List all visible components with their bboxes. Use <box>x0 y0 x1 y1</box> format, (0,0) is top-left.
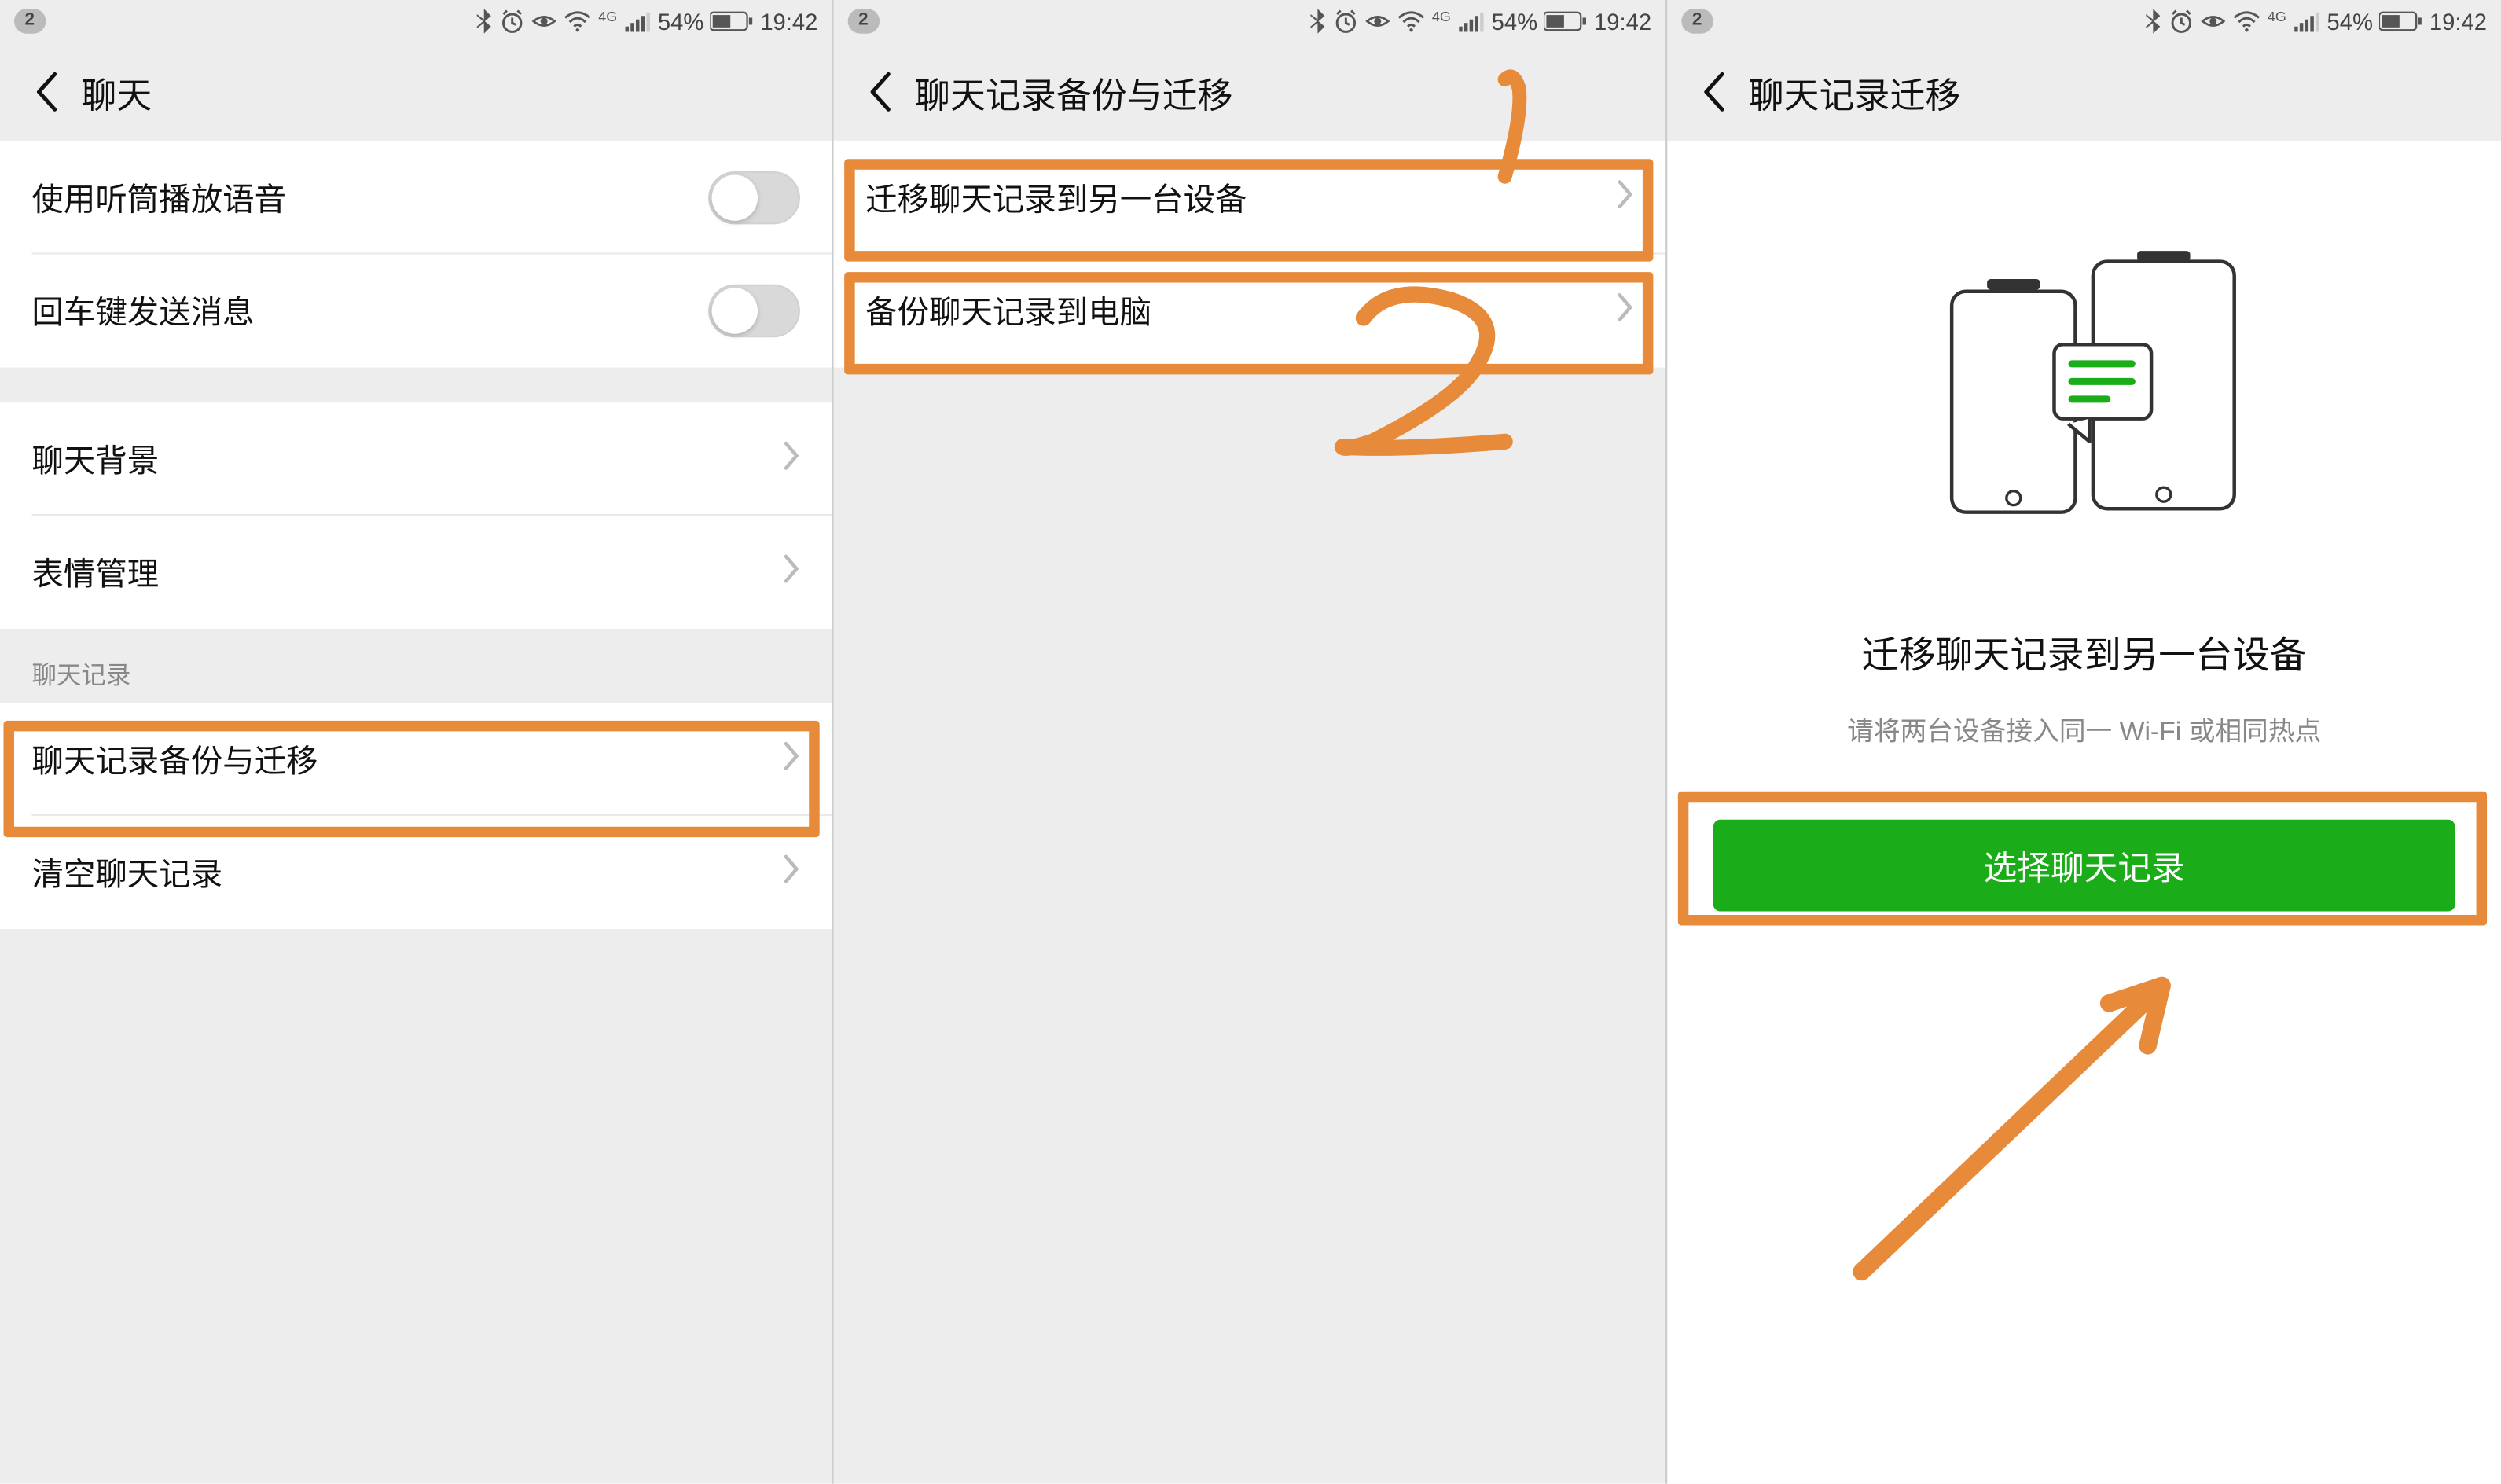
nav-header: 聊天 <box>0 42 832 141</box>
page-title: 聊天记录迁移 <box>1749 66 1961 117</box>
chevron-right-icon <box>783 739 800 780</box>
battery-percentage: 54% <box>1492 8 1537 35</box>
network-type-label: 4G <box>2268 8 2286 24</box>
row-label: 备份聊天记录到电脑 <box>865 288 1616 333</box>
bluetooth-icon <box>2144 9 2161 33</box>
chevron-left-icon <box>1701 71 1725 113</box>
alarm-icon <box>499 9 523 33</box>
eye-comfort-icon <box>1365 9 1390 33</box>
row-backup-to-computer[interactable]: 备份聊天记录到电脑 <box>834 255 1665 368</box>
nav-header: 聊天记录迁移 <box>1667 42 2501 141</box>
toggle-earpiece-audio[interactable] <box>708 171 800 224</box>
bluetooth-icon <box>1309 9 1326 33</box>
row-enter-to-send[interactable]: 回车键发送消息 <box>0 255 832 368</box>
panel-chat-settings: 2 4G 54% 19:42 聊天 使用听筒播放语音 <box>0 0 834 1484</box>
battery-percentage: 54% <box>2327 8 2373 35</box>
row-label: 表情管理 <box>31 549 782 595</box>
two-phones-illustration-icon <box>1916 248 2252 539</box>
clock-time: 19:42 <box>2429 8 2487 35</box>
battery-icon <box>711 10 753 31</box>
wifi-icon <box>563 10 591 31</box>
row-label: 清空聊天记录 <box>31 850 782 895</box>
panel-backup-migrate: 2 4G 54% 19:42 聊天记录备份与迁移 迁移聊天记录到另一台 <box>834 0 1668 1484</box>
row-earpiece-audio[interactable]: 使用听筒播放语音 <box>0 141 832 255</box>
chevron-right-icon <box>1616 178 1633 219</box>
migrate-subtext: 请将两台设备接入同一 Wi-Fi 或相同热点 <box>1847 712 2321 749</box>
eye-comfort-icon <box>2200 9 2224 33</box>
battery-icon <box>2380 10 2422 31</box>
clock-time: 19:42 <box>1594 8 1651 35</box>
nav-header: 聊天记录备份与迁移 <box>834 42 1665 141</box>
chevron-right-icon <box>783 439 800 479</box>
notification-count-badge: 2 <box>848 9 879 33</box>
battery-percentage: 54% <box>658 8 703 35</box>
chevron-left-icon <box>34 71 58 113</box>
clock-time: 19:42 <box>760 8 817 35</box>
chevron-right-icon <box>783 552 800 593</box>
signal-icon <box>1460 10 1484 31</box>
select-chats-button[interactable]: 选择聊天记录 <box>1713 820 2455 912</box>
button-label: 选择聊天记录 <box>1984 842 2185 890</box>
notification-count-badge: 2 <box>14 9 45 33</box>
notification-count-badge: 2 <box>1681 9 1712 33</box>
battery-icon <box>1544 10 1587 31</box>
row-backup-migrate[interactable]: 聊天记录备份与迁移 <box>0 703 832 816</box>
row-migrate-to-device[interactable]: 迁移聊天记录到另一台设备 <box>834 141 1665 255</box>
chevron-right-icon <box>783 852 800 893</box>
row-label: 聊天记录备份与迁移 <box>31 736 782 782</box>
migrate-content-area: 迁移聊天记录到另一台设备 请将两台设备接入同一 Wi-Fi 或相同热点 选择聊天… <box>1667 141 2501 1484</box>
back-button[interactable] <box>844 57 915 127</box>
toggle-enter-to-send[interactable] <box>708 285 800 337</box>
row-label: 回车键发送消息 <box>31 288 708 333</box>
signal-icon <box>626 10 650 31</box>
section-header-chat-records: 聊天记录 <box>0 629 832 703</box>
row-label: 聊天背景 <box>31 436 782 482</box>
status-bar: 2 4G 54% 19:42 <box>1667 0 2501 42</box>
back-button[interactable] <box>1678 57 1749 127</box>
back-button[interactable] <box>10 57 81 127</box>
row-clear-chat-records[interactable]: 清空聊天记录 <box>0 816 832 929</box>
status-bar: 2 4G 54% 19:42 <box>834 0 1665 42</box>
bluetooth-icon <box>475 9 492 33</box>
network-type-label: 4G <box>1432 8 1451 24</box>
page-title: 聊天记录备份与迁移 <box>915 66 1232 117</box>
network-type-label: 4G <box>598 8 617 24</box>
row-sticker-manage[interactable]: 表情管理 <box>0 516 832 629</box>
eye-comfort-icon <box>531 9 556 33</box>
row-label: 使用听筒播放语音 <box>31 174 708 220</box>
row-label: 迁移聊天记录到另一台设备 <box>865 174 1616 220</box>
wifi-icon <box>1397 10 1425 31</box>
chevron-left-icon <box>867 71 891 113</box>
alarm-icon <box>2169 9 2193 33</box>
signal-icon <box>2295 10 2319 31</box>
status-bar: 2 4G 54% 19:42 <box>0 0 832 42</box>
chevron-right-icon <box>1616 291 1633 332</box>
alarm-icon <box>1333 9 1357 33</box>
wifi-icon <box>2232 10 2260 31</box>
panel-migrate: 2 4G 54% 19:42 聊天记录迁移 <box>1667 0 2501 1484</box>
migrate-heading: 迁移聊天记录到另一台设备 <box>1862 627 2307 680</box>
row-chat-background[interactable]: 聊天背景 <box>0 402 832 516</box>
page-title: 聊天 <box>81 66 152 117</box>
